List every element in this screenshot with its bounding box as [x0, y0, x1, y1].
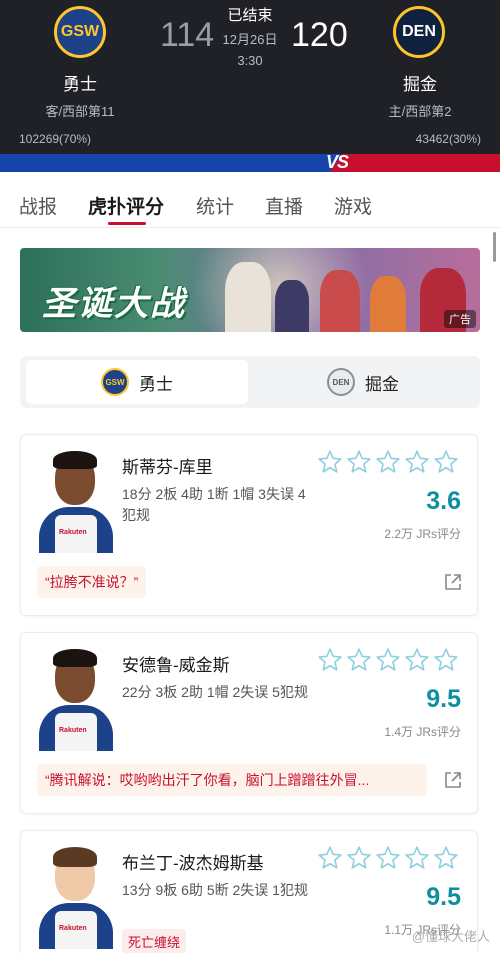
rating-stars[interactable] — [317, 845, 462, 874]
star-icon[interactable] — [346, 647, 375, 676]
away-score: 120 — [291, 16, 348, 54]
share-icon[interactable] — [443, 770, 463, 790]
tab-bar: 战报 虎扑评分 统计 直播 游戏 — [0, 176, 500, 228]
star-icon[interactable] — [433, 845, 462, 874]
player-avatar: Rakuten — [37, 451, 115, 553]
player-stats: 13分 9板 6助 5断 2失误 1犯规 — [122, 882, 308, 898]
vs-label: VS — [326, 152, 349, 172]
away-team-name[interactable]: 掘金 — [380, 70, 460, 95]
home-team-rank: 客/西部第11 — [45, 104, 115, 119]
star-icon[interactable] — [433, 647, 462, 676]
star-icon[interactable] — [375, 449, 404, 478]
star-icon[interactable] — [375, 647, 404, 676]
star-icon[interactable] — [317, 845, 346, 874]
player-card[interactable]: Rakuten 斯蒂芬-库里 18分 2板 4助 1断 1帽 3失误 4犯规 3… — [20, 434, 478, 616]
team-switch: GSW 勇士 DEN 掘金 — [20, 356, 480, 408]
vote-ratio-bar[interactable] — [0, 154, 500, 172]
banner-figure — [370, 276, 406, 332]
star-icon[interactable] — [404, 449, 433, 478]
tab-rating[interactable]: 虎扑评分 — [88, 192, 164, 219]
tab-stats[interactable]: 统计 — [196, 192, 234, 219]
hot-comment[interactable]: “拉胯不准说？” — [37, 566, 147, 598]
game-date: 12月26日 — [222, 32, 278, 47]
player-card[interactable]: Rakuten 安德鲁-威金斯 22分 3板 2助 1帽 2失误 5犯规 9.5… — [20, 632, 478, 814]
away-team-logo[interactable]: DEN — [393, 6, 445, 58]
hot-comment[interactable]: “腾讯解说：哎哟哟出汗了你看，脑门上蹭蹭往外冒... — [37, 764, 427, 796]
vote-ratio-away — [330, 154, 500, 172]
player-stats: 22分 3板 2助 1帽 2失误 5犯规 — [122, 684, 308, 700]
star-icon[interactable] — [346, 449, 375, 478]
content-sheet: 战报 虎扑评分 统计 直播 游戏 圣诞大战 广告 GSW 勇士 DEN 掘金 R… — [0, 176, 500, 953]
player-avatar: Rakuten — [37, 847, 115, 949]
team-switch-label: 掘金 — [365, 374, 399, 394]
home-team-name[interactable]: 勇士 — [40, 70, 120, 95]
gsw-logo-icon: GSW — [101, 368, 129, 396]
ad-banner[interactable]: 圣诞大战 广告 — [20, 248, 480, 332]
player-score: 3.6 — [426, 487, 461, 515]
player-card[interactable]: Rakuten 布兰丁-波杰姆斯基 13分 9板 6助 5断 2失误 1犯规 9… — [20, 830, 478, 953]
active-tab-indicator — [108, 222, 146, 225]
rating-count: 1.4万 JRs评分 — [384, 725, 461, 739]
player-tag[interactable]: 死亡缠绕 — [122, 929, 187, 953]
tab-report[interactable]: 战报 — [19, 192, 57, 219]
ad-label: 广告 — [444, 310, 476, 328]
away-vote-count: 43462(30%) — [415, 132, 481, 146]
player-score: 9.5 — [426, 685, 461, 713]
star-icon[interactable] — [346, 845, 375, 874]
player-name: 安德鲁-威金斯 — [122, 656, 230, 675]
game-header: GSW 勇士 客/西部第11 114 已结束 12月26日 3:30 120 D… — [0, 0, 500, 172]
rating-count: 2.2万 JRs评分 — [384, 527, 461, 541]
banner-figure — [320, 270, 360, 332]
away-team-rank: 主/西部第2 — [388, 104, 452, 119]
den-logo-icon: DEN — [327, 368, 355, 396]
watermark: @懂球大佬人 — [411, 929, 490, 944]
banner-figure — [275, 280, 309, 332]
star-icon[interactable] — [375, 845, 404, 874]
star-icon[interactable] — [404, 647, 433, 676]
star-icon[interactable] — [404, 845, 433, 874]
star-icon[interactable] — [317, 449, 346, 478]
player-avatar: Rakuten — [37, 649, 115, 751]
team-switch-den[interactable]: DEN 掘金 — [252, 360, 474, 404]
tab-live[interactable]: 直播 — [265, 192, 303, 219]
rating-stars[interactable] — [317, 647, 462, 676]
rating-stars[interactable] — [317, 449, 462, 478]
star-icon[interactable] — [317, 647, 346, 676]
game-time: 3:30 — [237, 53, 263, 68]
player-stats: 18分 2板 4助 1断 1帽 3失误 4犯规 — [122, 486, 306, 523]
share-icon[interactable] — [443, 572, 463, 592]
home-vote-count: 102269(70%) — [19, 132, 92, 146]
banner-figure — [225, 262, 271, 332]
player-name: 斯蒂芬-库里 — [122, 458, 213, 477]
player-score: 9.5 — [426, 883, 461, 911]
game-status: 已结束 — [227, 7, 273, 24]
team-switch-label: 勇士 — [139, 374, 173, 394]
tab-games[interactable]: 游戏 — [334, 192, 372, 219]
player-name: 布兰丁-波杰姆斯基 — [122, 854, 264, 873]
team-switch-gsw[interactable]: GSW 勇士 — [26, 360, 248, 404]
home-team-logo[interactable]: GSW — [54, 6, 106, 58]
banner-title: 圣诞大战 — [42, 285, 186, 323]
scrollbar[interactable] — [493, 232, 496, 262]
star-icon[interactable] — [433, 449, 462, 478]
